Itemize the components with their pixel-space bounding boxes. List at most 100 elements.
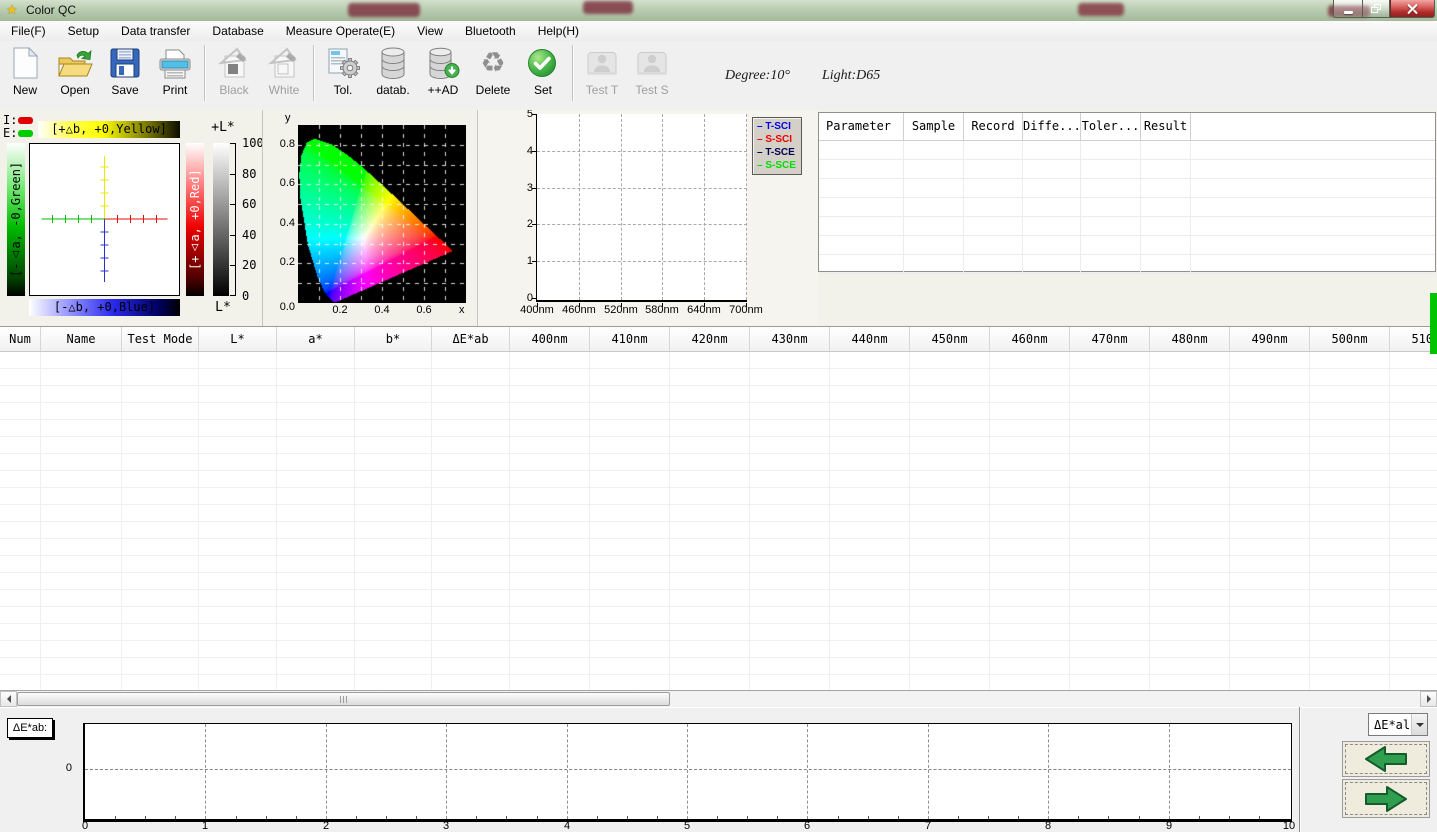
- column-header-430nm[interactable]: 430nm: [750, 327, 830, 351]
- chevron-down-icon[interactable]: [1411, 714, 1427, 735]
- column-header-b*[interactable]: b*: [355, 327, 432, 351]
- menu-bluetooth[interactable]: Bluetooth: [454, 21, 527, 41]
- test-sample-button[interactable]: Test S: [627, 44, 677, 106]
- print-button[interactable]: Print: [150, 44, 200, 106]
- column-header-parameter[interactable]: Parameter: [819, 113, 904, 140]
- column-header-Test Mode[interactable]: Test Mode: [122, 327, 199, 351]
- toolbar-label: ++AD: [427, 83, 459, 97]
- database-button[interactable]: datab.: [368, 44, 418, 106]
- black-calibration-icon: [215, 44, 253, 82]
- menu-setup[interactable]: Setup: [57, 21, 110, 41]
- column-header-L*[interactable]: L*: [199, 327, 277, 351]
- column-header-500nm[interactable]: 500nm: [1310, 327, 1390, 351]
- metric-dropdown[interactable]: ΔE*al: [1368, 713, 1428, 736]
- lstar-label: L*: [215, 300, 231, 315]
- column-header-record[interactable]: Record: [964, 113, 1023, 140]
- column-header-410nm[interactable]: 410nm: [590, 327, 670, 351]
- section-divider: [1299, 707, 1300, 832]
- blue-axis-gradient-bar: [-△b, +0,Blue]: [29, 299, 180, 316]
- chart-panels: I: E: [+△b, +0,Yellow] [-△a, -0,Green] […: [0, 110, 1437, 327]
- trend-x-tick: 3: [442, 820, 450, 832]
- close-button[interactable]: [1390, 0, 1435, 18]
- param-table-row: [819, 198, 1435, 217]
- next-record-button[interactable]: [1342, 779, 1430, 818]
- set-button[interactable]: Set: [518, 44, 568, 106]
- database-icon: [374, 44, 412, 82]
- cie-x-tick: 0.4: [374, 304, 390, 316]
- cie-chromaticity-diagram: [298, 125, 466, 303]
- app-icon: ★: [6, 2, 18, 17]
- minimize-button[interactable]: [1333, 0, 1362, 18]
- column-header-450nm[interactable]: 450nm: [910, 327, 990, 351]
- column-header-460nm[interactable]: 460nm: [990, 327, 1070, 351]
- spectral-x-tick: 460nm: [562, 304, 596, 316]
- column-header-ΔE*ab[interactable]: ΔE*ab: [432, 327, 510, 351]
- delete-button[interactable]: ♻ Delete: [468, 44, 518, 106]
- parameter-table-body: [819, 141, 1435, 274]
- scrollbar-thumb[interactable]: [17, 692, 670, 706]
- param-table-row: [819, 141, 1435, 160]
- spectral-x-tick: 580nm: [645, 304, 679, 316]
- scroll-right-button[interactable]: [1420, 691, 1437, 707]
- zero-gridline: [85, 769, 1291, 770]
- save-button[interactable]: Save: [100, 44, 150, 106]
- column-header-440nm[interactable]: 440nm: [830, 327, 910, 351]
- menu-file[interactable]: File(F): [0, 21, 57, 41]
- black-calibration-button[interactable]: Black: [209, 44, 259, 106]
- toolbar-label: Delete: [475, 83, 511, 97]
- open-folder-icon: [56, 44, 94, 82]
- new-button[interactable]: New: [0, 44, 50, 106]
- restore-button[interactable]: [1362, 0, 1390, 18]
- test-target-button[interactable]: Test T: [577, 44, 627, 106]
- menu-help[interactable]: Help(H): [527, 21, 590, 41]
- column-header-400nm[interactable]: 400nm: [510, 327, 590, 351]
- open-button[interactable]: Open: [50, 44, 100, 106]
- horizontal-scrollbar[interactable]: [0, 690, 1437, 707]
- column-header-sample[interactable]: Sample: [904, 113, 964, 140]
- legend-entry-t-sci: – T-SCI: [757, 121, 791, 132]
- spectral-x-tick: 400nm: [520, 304, 554, 316]
- menu-database[interactable]: Database: [201, 21, 274, 41]
- record-table-body[interactable]: [0, 352, 1437, 690]
- menu-measure-operate[interactable]: Measure Operate(E): [275, 21, 406, 41]
- right-arrow-icon: [1426, 695, 1435, 703]
- column-header-480nm[interactable]: 480nm: [1150, 327, 1230, 351]
- param-table-row: [819, 160, 1435, 179]
- previous-record-button[interactable]: [1342, 741, 1430, 777]
- param-table-row: [819, 217, 1435, 236]
- titlebar[interactable]: ★ Color QC: [0, 0, 1437, 22]
- column-header-Num[interactable]: Num: [0, 327, 41, 351]
- toolbar-separator: [572, 45, 573, 101]
- column-header-Name[interactable]: Name: [41, 327, 122, 351]
- spectral-y-tick: 5: [526, 110, 533, 120]
- lab-difference-panel: I: E: [+△b, +0,Yellow] [-△a, -0,Green] […: [0, 110, 264, 326]
- spectral-y-tick: 1: [526, 255, 533, 267]
- legend-entry-s-sci: – S-SCI: [757, 134, 793, 145]
- column-header-490nm[interactable]: 490nm: [1230, 327, 1310, 351]
- set-check-icon: [524, 44, 562, 82]
- tolerance-button[interactable]: Tol.: [318, 44, 368, 106]
- menu-data-transfer[interactable]: Data transfer: [110, 21, 201, 41]
- menu-view[interactable]: View: [406, 21, 454, 41]
- new-document-icon: [6, 44, 44, 82]
- column-header-result[interactable]: Result: [1141, 113, 1191, 140]
- menu-bar: File(F) Setup Data transfer Database Mea…: [0, 21, 1437, 42]
- indicator-e: E:: [3, 126, 34, 140]
- database-add-icon: [424, 44, 462, 82]
- white-calibration-icon: [265, 44, 303, 82]
- scroll-left-button[interactable]: [0, 691, 17, 707]
- toolbar-label: Set: [533, 83, 552, 97]
- edge-indicator-bar: [1430, 293, 1437, 354]
- column-header-a*[interactable]: a*: [277, 327, 355, 351]
- column-header-420nm[interactable]: 420nm: [670, 327, 750, 351]
- add-data-button[interactable]: ++AD: [418, 44, 468, 106]
- column-header-470nm[interactable]: 470nm: [1070, 327, 1150, 351]
- white-calibration-button[interactable]: White: [259, 44, 309, 106]
- column-header-difference[interactable]: Diffe...: [1023, 113, 1081, 140]
- cie-y-tick: 0.6: [279, 177, 295, 190]
- trend-chart-section: ΔE*ab: 0 0 1 2 3 4 5 6 7 8 9 10 ΔE*al: [0, 707, 1437, 832]
- window-controls: [1333, 0, 1435, 18]
- column-header-tolerance[interactable]: Toler...: [1081, 113, 1141, 140]
- toolbar-label: Test S: [635, 83, 669, 97]
- restore-icon: [1370, 3, 1382, 14]
